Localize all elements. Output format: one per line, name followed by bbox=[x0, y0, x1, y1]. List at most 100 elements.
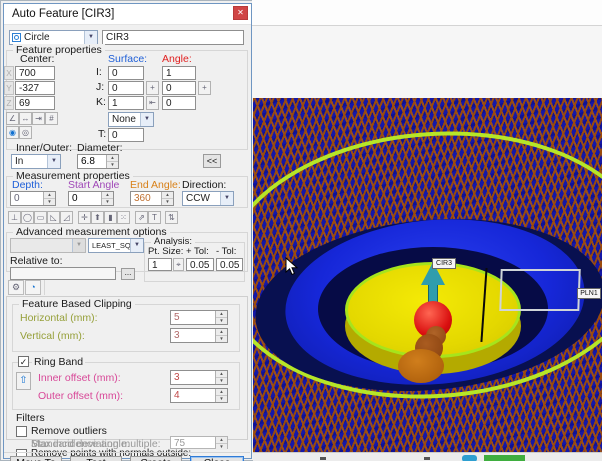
surface-flip-icon[interactable]: + bbox=[146, 81, 159, 95]
spinner-down-icon: ▼ bbox=[216, 444, 227, 450]
spinner-down-icon[interactable]: ▼ bbox=[216, 336, 227, 342]
close-icon[interactable]: ✕ bbox=[233, 6, 248, 20]
angle-j-input[interactable]: 0 bbox=[162, 81, 196, 95]
browse-button[interactable]: ... bbox=[121, 268, 135, 280]
status-mark bbox=[320, 457, 326, 460]
meas-toolbar-icon-7[interactable]: ⬆ bbox=[91, 211, 104, 224]
tab-settings-gear-icon[interactable]: ⚙ bbox=[8, 280, 24, 295]
plane-marker-outline bbox=[499, 269, 581, 311]
spinner-down-icon[interactable]: ▼ bbox=[162, 199, 173, 205]
spinner-up-icon[interactable]: ▲ bbox=[216, 311, 227, 318]
chevron-down-icon[interactable]: ▼ bbox=[130, 239, 143, 252]
ring-band-checkbox[interactable]: ✓ bbox=[18, 356, 29, 367]
depth-stepper[interactable]: 0 ▲▼ bbox=[10, 191, 56, 206]
meas-toolbar-icon-4[interactable]: ◺ bbox=[47, 211, 60, 224]
feature-name-input[interactable]: CIR3 bbox=[102, 30, 244, 45]
dialog-titlebar[interactable]: Auto Feature [CIR3] ✕ bbox=[4, 4, 251, 25]
remove-outliers-checkbox[interactable] bbox=[16, 426, 27, 437]
axis-mode-icon-4[interactable]: # bbox=[45, 112, 58, 125]
pt-size-input[interactable]: 1 bbox=[148, 258, 172, 271]
center-x-input[interactable]: 700 bbox=[15, 66, 55, 80]
meas-toolbar-icon-3[interactable]: ▭ bbox=[34, 211, 47, 224]
center-y-input[interactable]: -327 bbox=[15, 81, 55, 95]
spinner-up-icon[interactable]: ▲ bbox=[216, 329, 227, 336]
ring-band-direction-icon[interactable]: ⇧ bbox=[16, 372, 31, 390]
t-input[interactable]: 0 bbox=[108, 128, 144, 142]
spinner-down-icon[interactable]: ▼ bbox=[102, 199, 113, 205]
chevron-down-icon[interactable]: ▼ bbox=[84, 31, 97, 44]
start-angle-stepper[interactable]: 0 ▲▼ bbox=[68, 191, 114, 206]
meas-toolbar-icon-1[interactable]: ⊥ bbox=[8, 211, 21, 224]
meas-toolbar-icon-2[interactable]: ◯ bbox=[21, 211, 34, 224]
none-select[interactable]: None ▼ bbox=[108, 112, 154, 127]
tab-clipping-icon[interactable]: ◔ bbox=[25, 280, 41, 295]
spinner-up-icon[interactable]: ▲ bbox=[162, 192, 173, 199]
angle-i-input[interactable]: 1 bbox=[162, 66, 196, 80]
meas-toolbar-icon-8[interactable]: ▮ bbox=[104, 211, 117, 224]
inner-offset-stepper[interactable]: 3 ▲▼ bbox=[170, 370, 228, 385]
max-incidence-value: 75 bbox=[171, 437, 215, 448]
surface-i-input[interactable]: 0 bbox=[108, 66, 144, 80]
spinner-down-icon[interactable]: ▼ bbox=[216, 396, 227, 402]
spinner-up-icon[interactable]: ▲ bbox=[216, 389, 227, 396]
feature-label-pln1[interactable]: PLN1 bbox=[577, 288, 601, 299]
spinner-up-icon[interactable]: ▲ bbox=[44, 192, 55, 199]
axis-mode-icon-2[interactable]: ↔ bbox=[19, 112, 32, 125]
spinner-up-icon[interactable]: ▲ bbox=[102, 192, 113, 199]
outer-offset-stepper[interactable]: 4 ▲▼ bbox=[170, 388, 228, 403]
chevron-down-icon[interactable]: ▼ bbox=[47, 155, 60, 168]
surface-label: Surface: bbox=[108, 53, 147, 65]
spinner-down-icon[interactable]: ▼ bbox=[107, 162, 118, 168]
spinner-down-icon[interactable]: ▼ bbox=[216, 318, 227, 324]
diameter-stepper[interactable]: 6.8 ▲▼ bbox=[77, 154, 119, 169]
test-button[interactable]: Test bbox=[70, 456, 122, 461]
algorithm-select[interactable]: LEAST_SQR ▼ bbox=[88, 238, 144, 253]
plus-tol-label: + Tol: bbox=[186, 246, 209, 257]
horizontal-stepper[interactable]: 5 ▲▼ bbox=[170, 310, 228, 325]
surface-k-input[interactable]: 1 bbox=[108, 96, 144, 110]
angle-k-input[interactable]: 0 bbox=[162, 96, 196, 110]
feature-based-clipping-label: Feature Based Clipping bbox=[19, 298, 135, 310]
3d-viewport[interactable]: CIR3 PLN1 bbox=[253, 98, 602, 452]
status-indicator-teal bbox=[462, 455, 477, 461]
vector-toggle-icon[interactable]: ⇤ bbox=[146, 96, 159, 110]
minus-tol-input[interactable]: 0.05 bbox=[216, 258, 243, 271]
axis-mode-icon-1[interactable]: ∠ bbox=[6, 112, 19, 125]
feature-type-select[interactable]: Circle ▼ bbox=[9, 30, 98, 45]
feature-label-cir3[interactable]: CIR3 bbox=[432, 258, 456, 269]
direction-value: CCW bbox=[183, 192, 220, 205]
relative-to-input[interactable] bbox=[10, 267, 116, 280]
chevron-down-icon[interactable]: ▼ bbox=[220, 192, 233, 205]
meas-toolbar-icon-11[interactable]: T bbox=[148, 211, 161, 224]
button-separator bbox=[4, 452, 250, 453]
spinner-down-icon[interactable]: ▼ bbox=[44, 199, 55, 205]
meas-toolbar-icon-9[interactable]: ⁙ bbox=[117, 211, 130, 224]
vertical-stepper[interactable]: 3 ▲▼ bbox=[170, 328, 228, 343]
meas-toolbar-icon-5[interactable]: ◿ bbox=[60, 211, 73, 224]
meas-values-radio-icon[interactable]: ◎ bbox=[19, 126, 32, 139]
direction-select[interactable]: CCW ▼ bbox=[182, 191, 234, 206]
create-button[interactable]: Create bbox=[130, 456, 182, 461]
axis-mode-icon-3[interactable]: ⇥ bbox=[32, 112, 45, 125]
center-z-input[interactable]: 69 bbox=[15, 96, 55, 110]
plus-tol-input[interactable]: 0.05 bbox=[186, 258, 214, 271]
collapse-button[interactable]: << bbox=[203, 154, 221, 168]
meas-toolbar-icon-10[interactable]: ⇗ bbox=[135, 211, 148, 224]
meas-toolbar-icon-12[interactable]: ⇅ bbox=[165, 211, 178, 224]
surface-j-input[interactable]: 0 bbox=[108, 81, 144, 95]
dialog-title: Auto Feature [CIR3] bbox=[12, 8, 114, 20]
close-button[interactable]: Close bbox=[190, 456, 244, 461]
meas-toolbar-icon-6[interactable]: ✛ bbox=[78, 211, 91, 224]
theo-values-radio-icon[interactable]: ◉ bbox=[6, 126, 19, 139]
circle-feature-icon bbox=[12, 33, 21, 42]
chevron-down-icon[interactable]: ▼ bbox=[140, 113, 153, 126]
j-label: J: bbox=[96, 81, 104, 93]
inner-outer-select[interactable]: In ▼ bbox=[11, 154, 61, 169]
move-to-button[interactable]: Move To bbox=[10, 456, 62, 461]
spinner-up-icon[interactable]: ▲ bbox=[107, 155, 118, 162]
spinner-up-icon[interactable]: ▲ bbox=[216, 371, 227, 378]
spinner-down-icon[interactable]: ▼ bbox=[216, 378, 227, 384]
pt-size-unit-icon[interactable]: ⌖ bbox=[173, 258, 184, 271]
angle-flip-icon[interactable]: + bbox=[198, 81, 211, 95]
end-angle-stepper[interactable]: 360 ▲▼ bbox=[130, 191, 174, 206]
